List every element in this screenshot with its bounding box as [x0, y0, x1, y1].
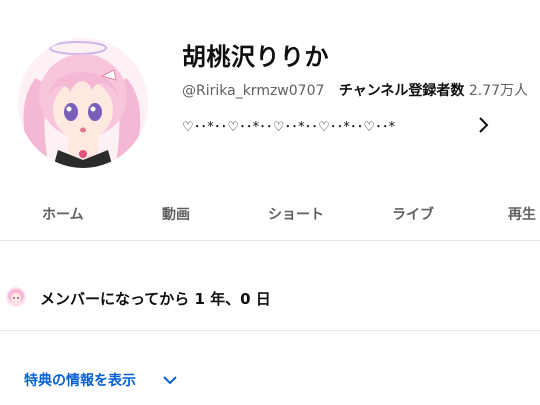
member-badge-icon	[6, 287, 26, 307]
tab-live[interactable]: ライブ	[392, 204, 434, 224]
channel-description[interactable]: ♡･･*･･♡･･*･･♡･･*･･♡･･*･･♡･･*	[182, 116, 395, 135]
channel-avatar[interactable]	[18, 38, 148, 168]
chevron-right-icon	[479, 117, 489, 133]
chevron-down-icon	[163, 376, 177, 385]
perks-expand-button[interactable]	[162, 372, 178, 386]
membership-row: メンバーになってから 1 年、0 日	[0, 282, 540, 331]
subscribers-count: 2.77万人	[468, 83, 529, 99]
channel-tabs: ホーム 動画 ショート ライブ 再生	[0, 196, 540, 241]
tab-playlists[interactable]: 再生	[508, 204, 536, 224]
channel-meta: @Ririka_krmzw0707 チャンネル登録者数 2.77万人	[182, 80, 528, 100]
tab-videos[interactable]: 動画	[162, 204, 190, 224]
description-more-button[interactable]	[476, 116, 492, 134]
channel-handle: @Ririka_krmzw0707	[182, 83, 325, 99]
subscribers-label: チャンネル登録者数	[338, 83, 465, 99]
tab-home[interactable]: ホーム	[42, 204, 84, 224]
perks-info-link[interactable]: 特典の情報を表示	[24, 370, 136, 390]
channel-name: 胡桃沢りりか	[182, 43, 329, 71]
tab-shorts[interactable]: ショート	[268, 204, 324, 224]
avatar-illustration	[18, 38, 148, 168]
membership-duration: メンバーになってから 1 年、0 日	[40, 290, 271, 308]
